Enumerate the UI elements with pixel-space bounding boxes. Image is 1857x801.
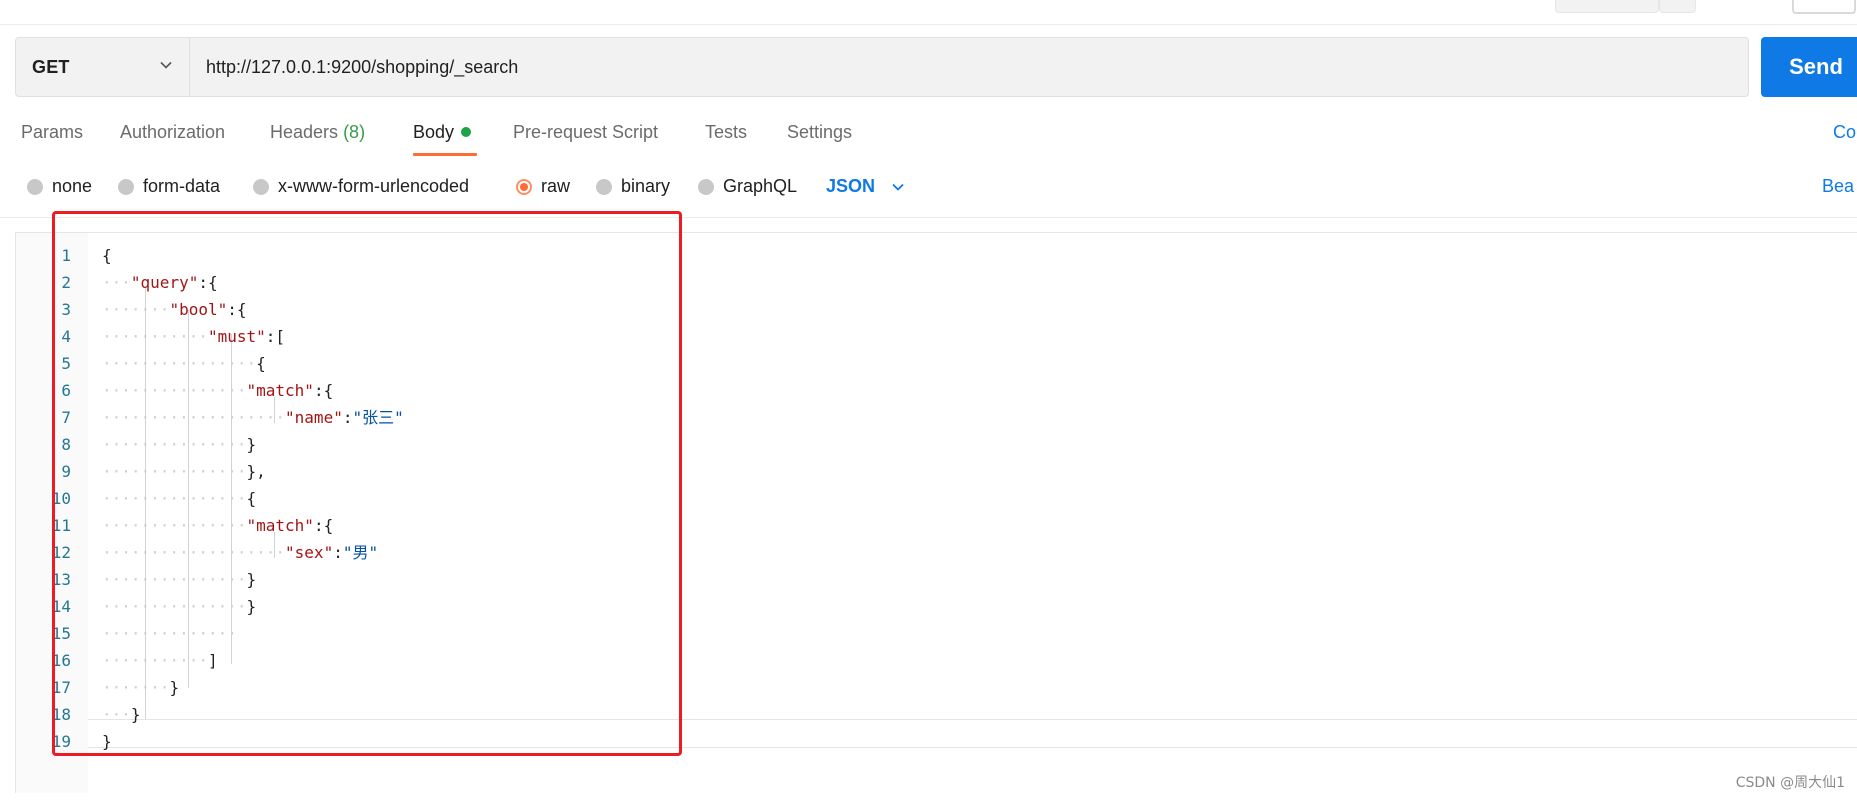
radio-circle bbox=[253, 178, 269, 195]
headers-count-badge: (8) bbox=[343, 122, 366, 142]
toolbar-button[interactable] bbox=[1792, 0, 1856, 14]
radio-none[interactable]: none bbox=[27, 176, 92, 197]
annotation-highlight-box bbox=[52, 211, 682, 756]
method-select[interactable]: GET bbox=[16, 38, 190, 96]
chevron-down-icon bbox=[892, 183, 904, 191]
radio-circle bbox=[118, 178, 134, 195]
body-indicator-dot bbox=[461, 127, 472, 137]
tab-headers[interactable]: Headers (8) bbox=[270, 122, 365, 143]
language-label: JSON bbox=[826, 176, 876, 196]
tab-body-label: Body bbox=[413, 122, 455, 142]
radio-circle bbox=[698, 178, 714, 195]
request-tabs: Params Authorization Headers (8) Body Pr… bbox=[0, 112, 1857, 158]
cookies-link[interactable]: Co bbox=[1833, 122, 1856, 143]
radio-label: GraphQL bbox=[723, 176, 798, 196]
language-select[interactable]: JSON bbox=[826, 176, 905, 197]
tab-params[interactable]: Params bbox=[21, 122, 83, 143]
radio-raw[interactable]: raw bbox=[516, 176, 570, 197]
radio-label: x-www-form-urlencoded bbox=[278, 176, 470, 196]
active-tab-underline bbox=[413, 153, 477, 156]
radio-circle-checked bbox=[516, 178, 532, 195]
toolbar-button[interactable] bbox=[1555, 0, 1659, 13]
tab-headers-label: Headers bbox=[270, 122, 339, 142]
radio-binary[interactable]: binary bbox=[596, 176, 670, 197]
tab-body[interactable]: Body bbox=[413, 122, 472, 143]
radio-label: binary bbox=[621, 176, 671, 196]
top-toolbar-strip bbox=[0, 0, 1857, 25]
tab-authorization[interactable]: Authorization bbox=[120, 122, 225, 143]
tab-pre-request-script[interactable]: Pre-request Script bbox=[513, 122, 658, 143]
radio-circle bbox=[596, 178, 612, 195]
radio-label: raw bbox=[541, 176, 571, 196]
radio-label: form-data bbox=[143, 176, 221, 196]
radio-form-data[interactable]: form-data bbox=[118, 176, 220, 197]
toolbar-button[interactable] bbox=[1659, 0, 1696, 13]
url-input[interactable]: http://127.0.0.1:9200/shopping/_search bbox=[206, 38, 518, 96]
tab-tests[interactable]: Tests bbox=[705, 122, 747, 143]
body-type-selector: none form-data x-www-form-urlencoded raw… bbox=[0, 168, 1857, 208]
method-label: GET bbox=[32, 56, 70, 77]
send-button[interactable]: Send bbox=[1761, 37, 1857, 97]
watermark: CSDN @周大仙1 bbox=[1735, 775, 1845, 791]
radio-x-www-form-urlencoded[interactable]: x-www-form-urlencoded bbox=[253, 176, 469, 197]
radio-label: none bbox=[52, 176, 93, 196]
radio-graphql[interactable]: GraphQL bbox=[698, 176, 797, 197]
tab-settings[interactable]: Settings bbox=[787, 122, 852, 143]
radio-circle bbox=[27, 178, 43, 195]
beautify-link[interactable]: Bea bbox=[1822, 176, 1854, 197]
request-bar: GET http://127.0.0.1:9200/shopping/_sear… bbox=[15, 37, 1749, 97]
chevron-down-icon bbox=[160, 61, 172, 69]
